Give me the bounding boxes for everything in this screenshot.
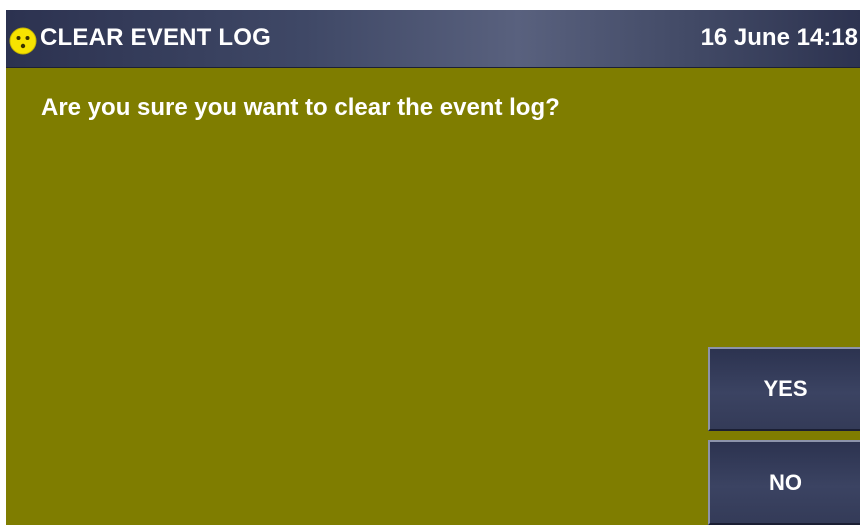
yes-button[interactable]: YES [708, 347, 860, 431]
yes-button-label: YES [763, 376, 808, 401]
no-button-label: NO [769, 469, 802, 495]
confirmation-prompt: Are you sure you want to clear the event… [41, 94, 560, 121]
page-title: CLEAR EVENT LOG [40, 24, 272, 51]
smiley-face-icon [9, 27, 37, 55]
screen: CLEAR EVENT LOG 16 June 14:18 Are you su… [6, 10, 860, 525]
no-button[interactable]: NO [708, 440, 860, 525]
date-time: 16 June 14:18 [700, 24, 858, 51]
header-bar: CLEAR EVENT LOG 16 June 14:18 [6, 10, 860, 68]
